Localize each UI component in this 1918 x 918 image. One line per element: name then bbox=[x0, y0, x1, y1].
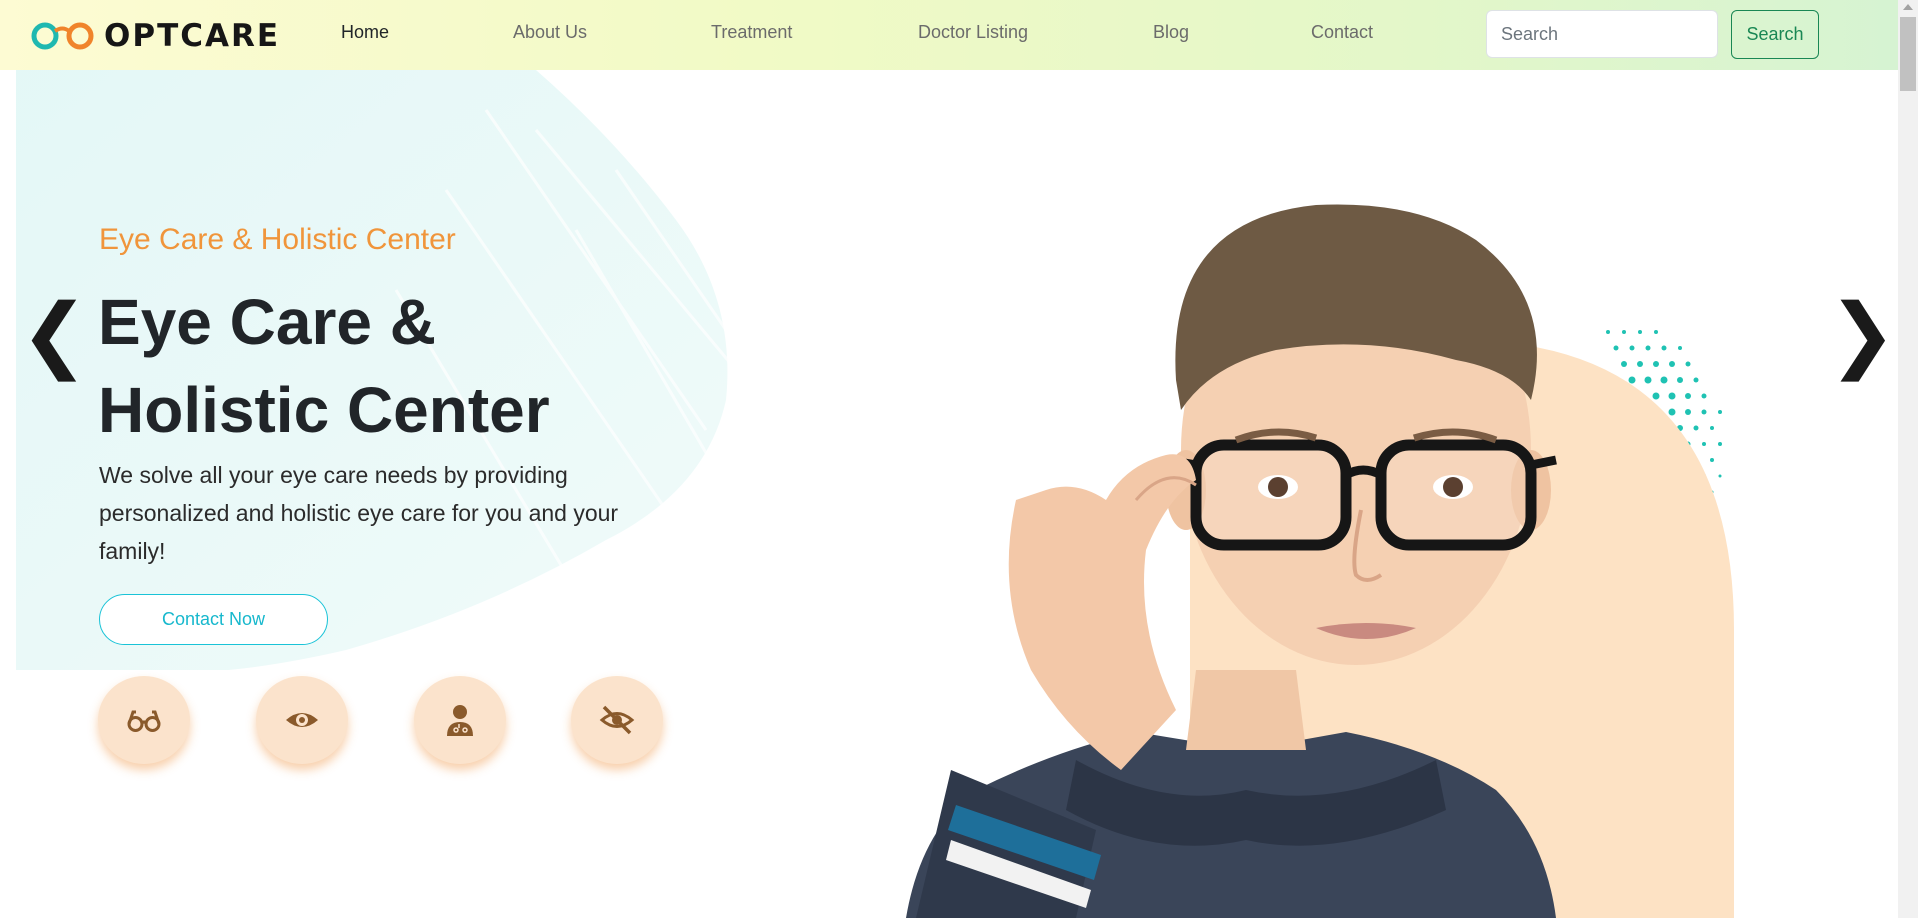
nav-blog[interactable]: Blog bbox=[1153, 22, 1189, 43]
search-button[interactable]: Search bbox=[1731, 10, 1819, 59]
hero-subtitle: Eye Care & Holistic Center bbox=[99, 223, 456, 256]
feature-doctor-button[interactable] bbox=[414, 676, 506, 764]
brand-link[interactable]: OPTCARE bbox=[28, 18, 280, 54]
feature-eye-button[interactable] bbox=[256, 676, 348, 764]
carousel-next-arrow-icon[interactable]: ❯ bbox=[1828, 294, 1897, 376]
nav-doctor-listing[interactable]: Doctor Listing bbox=[918, 22, 1028, 43]
doctor-icon bbox=[447, 705, 473, 736]
scroll-up-arrow-icon[interactable] bbox=[1903, 4, 1913, 10]
page-scrollbar[interactable] bbox=[1898, 0, 1918, 918]
glasses-icon bbox=[127, 710, 161, 732]
feature-glasses-button[interactable] bbox=[98, 676, 190, 764]
carousel-prev-arrow-icon[interactable]: ❮ bbox=[20, 294, 89, 376]
nav-contact[interactable]: Contact bbox=[1311, 22, 1373, 43]
hero-title: Eye Care & Holistic Center bbox=[98, 286, 550, 446]
brand-name: OPTCARE bbox=[104, 18, 281, 54]
search-input[interactable] bbox=[1486, 10, 1718, 58]
nav-about-us[interactable]: About Us bbox=[513, 22, 587, 43]
nav-home[interactable]: Home bbox=[341, 22, 389, 43]
hero-carousel: Eye Care & Holistic Center Eye Care & Ho… bbox=[16, 70, 1898, 918]
feature-vision-loss-button[interactable] bbox=[571, 676, 663, 764]
eye-icon bbox=[286, 713, 318, 727]
contact-now-button[interactable]: Contact Now bbox=[99, 594, 328, 645]
navbar: OPTCARE Home About Us Treatment Doctor L… bbox=[0, 0, 1898, 70]
eye-slash-icon bbox=[599, 705, 635, 735]
nav-treatment[interactable]: Treatment bbox=[711, 22, 792, 43]
hero-description: We solve all your eye care needs by prov… bbox=[99, 462, 619, 564]
scroll-thumb[interactable] bbox=[1900, 17, 1916, 91]
glasses-logo-icon bbox=[31, 22, 94, 50]
